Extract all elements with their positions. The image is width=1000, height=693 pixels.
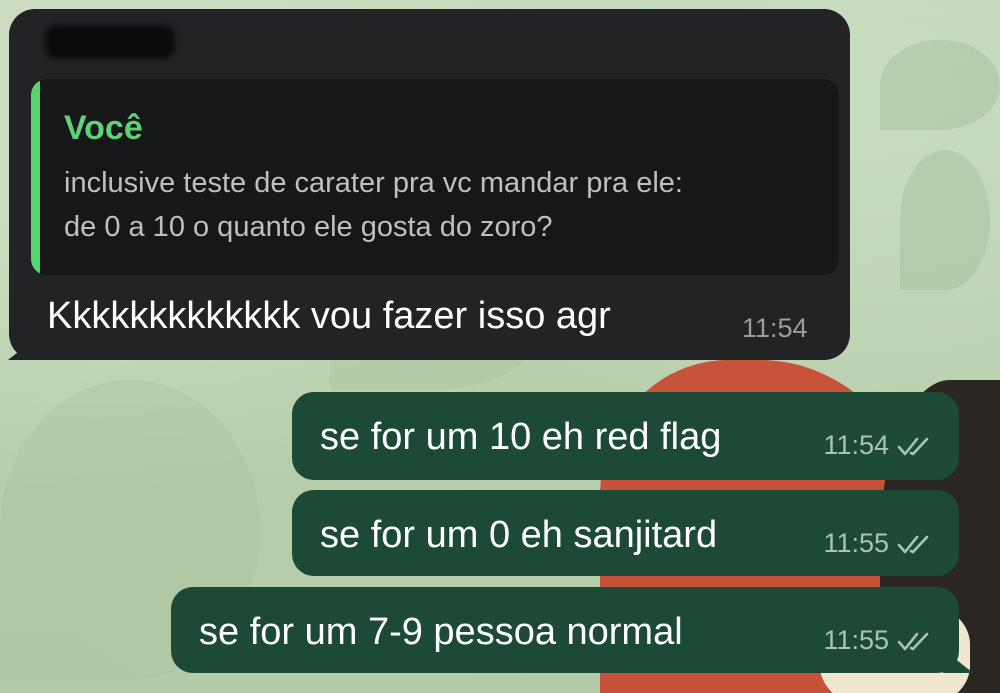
message-text: Kkkkkkkkkkkkk vou fazer isso agr xyxy=(47,295,611,337)
reply-text-line: inclusive teste de carater pra vc mandar… xyxy=(64,167,683,199)
reply-author: Você xyxy=(64,109,143,147)
incoming-message[interactable]: Você inclusive teste de carater pra vc m… xyxy=(8,9,850,360)
message-text: se for um 7-9 pessoa normal xyxy=(199,611,683,653)
outgoing-message[interactable]: se for um 10 eh red flag 11:54 xyxy=(292,392,959,480)
double-check-icon xyxy=(897,437,929,455)
double-check-icon xyxy=(897,632,929,650)
message-text: se for um 0 eh sanjitard xyxy=(320,514,718,556)
message-time: 11:54 xyxy=(823,430,889,460)
outgoing-message[interactable]: se for um 0 eh sanjitard 11:55 xyxy=(292,490,959,576)
double-check-icon xyxy=(897,535,929,553)
message-time: 11:54 xyxy=(742,313,808,343)
message-time: 11:55 xyxy=(823,625,889,655)
message-meta: 11:55 xyxy=(823,528,933,559)
message-text: se for um 10 eh red flag xyxy=(320,416,722,458)
reply-text-line: de 0 a 10 o quanto ele gosta do zoro? xyxy=(64,211,553,243)
outgoing-message[interactable]: se for um 7-9 pessoa normal 11:55 xyxy=(171,587,973,673)
quoted-reply[interactable]: Você inclusive teste de carater pra vc m… xyxy=(31,79,839,275)
sender-name-redacted xyxy=(45,25,175,59)
message-meta: 11:55 xyxy=(823,625,933,656)
message-time: 11:55 xyxy=(823,528,889,558)
reply-accent-bar xyxy=(31,79,40,275)
message-meta: 11:54 xyxy=(823,430,933,461)
